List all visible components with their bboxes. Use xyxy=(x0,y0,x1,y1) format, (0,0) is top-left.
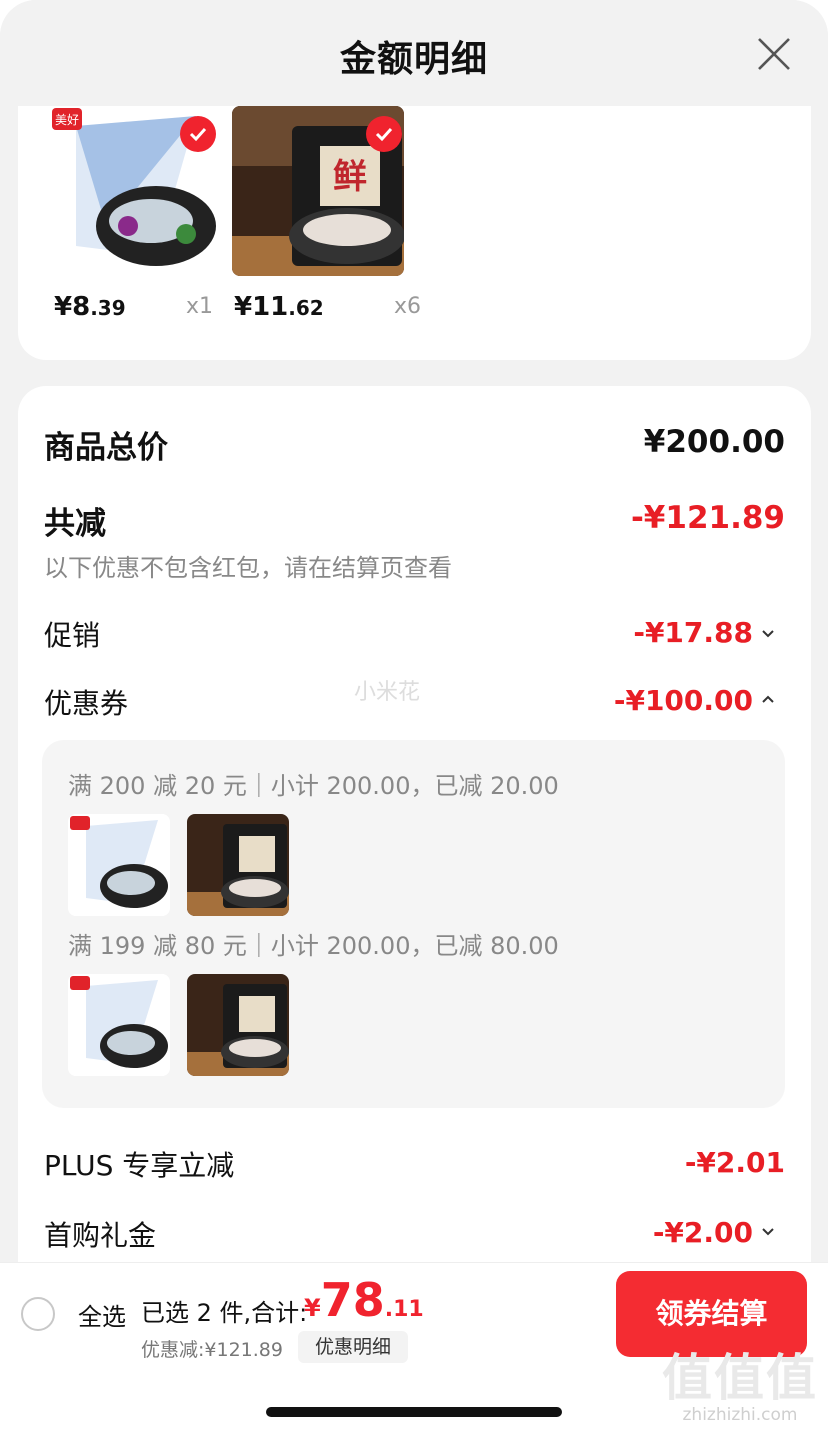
check-icon xyxy=(375,127,393,142)
sheet-header: 金额明细 xyxy=(0,0,828,106)
coupon-rule: 满 200 减 20 元｜小计 200.00，已减 20.00 xyxy=(68,772,559,800)
discount-detail-button[interactable]: 优惠明细 xyxy=(298,1331,408,1363)
products-card: 美好 ¥8.39 x1 鲜 ¥11.62 x6 xyxy=(18,106,811,360)
product-price: ¥8.39 xyxy=(54,292,126,322)
first-purchase-label: 首购礼金 xyxy=(44,1219,157,1252)
plus-discount-label: PLUS 专享立减 xyxy=(44,1149,235,1182)
promotion-label: 促销 xyxy=(44,619,101,652)
total-price-label: 商品总价 xyxy=(44,430,168,466)
product-quantity: x6 xyxy=(394,294,422,319)
price-summary-card: 商品总价 ¥200.00 共减 -¥121.89 以下优惠不包含红包，请在结算页… xyxy=(18,386,811,1286)
selected-check-badge[interactable] xyxy=(180,116,216,152)
coupon-label: 优惠券 xyxy=(44,687,129,720)
chevron-down-icon[interactable] xyxy=(759,1222,777,1240)
total-reduce-value: -¥121.89 xyxy=(630,500,785,536)
coupon-value[interactable]: -¥100.00 xyxy=(614,684,753,717)
product-quantity: x1 xyxy=(186,294,214,319)
checkout-total: ¥78.11 xyxy=(304,1273,424,1327)
svg-text:鲜: 鲜 xyxy=(333,157,367,197)
svg-text:美好: 美好 xyxy=(55,113,79,127)
promotion-value[interactable]: -¥17.88 xyxy=(633,616,753,649)
close-button[interactable] xyxy=(756,36,792,72)
amount-detail-sheet: 金额明细 美好 ¥8.39 x1 鲜 ¥11.62 x6 商品总价 ¥200.0… xyxy=(0,0,828,1436)
site-watermark-logo: 值值值 zhizhizhi.com xyxy=(662,1349,818,1425)
first-purchase-value[interactable]: -¥2.00 xyxy=(653,1216,753,1249)
checkout-button[interactable]: 领券结算 xyxy=(616,1271,807,1357)
total-reduce-label: 共减 xyxy=(44,506,106,542)
page-title: 金额明细 xyxy=(339,39,488,80)
select-all-checkbox[interactable] xyxy=(21,1297,55,1331)
coupon-product-thumb xyxy=(68,814,170,916)
product-image: 美好 xyxy=(46,106,218,276)
watermark: 小米花 xyxy=(354,680,421,705)
discount-amount-text: 优惠减:¥121.89 xyxy=(141,1339,283,1361)
coupon-rule: 满 199 减 80 元｜小计 200.00，已减 80.00 xyxy=(68,932,559,960)
product-price: ¥11.62 xyxy=(234,292,324,322)
plus-discount-value: -¥2.01 xyxy=(684,1146,785,1179)
product-image: 鲜 xyxy=(232,106,404,276)
coupon-product-thumb xyxy=(68,974,170,1076)
chevron-up-icon[interactable] xyxy=(759,690,777,708)
selected-check-badge[interactable] xyxy=(366,116,402,152)
checkout-bar: 全选 已选 2 件,合计: ¥78.11 优惠减:¥121.89 优惠明细 领券… xyxy=(0,1262,828,1436)
close-icon xyxy=(758,38,790,70)
coupon-product-thumb xyxy=(187,814,289,916)
check-icon xyxy=(189,127,207,142)
total-price-value: ¥200.00 xyxy=(643,424,785,460)
select-all-label[interactable]: 全选 xyxy=(78,1297,126,1332)
selected-count-text: 已选 2 件,合计: xyxy=(141,1299,308,1327)
coupon-product-thumb xyxy=(187,974,289,1076)
discount-note: 以下优惠不包含红包，请在结算页查看 xyxy=(44,554,452,582)
chevron-down-icon[interactable] xyxy=(759,624,777,642)
coupon-detail-box: 满 200 减 20 元｜小计 200.00，已减 20.00 满 199 减 … xyxy=(42,740,785,1108)
home-indicator xyxy=(266,1407,562,1417)
